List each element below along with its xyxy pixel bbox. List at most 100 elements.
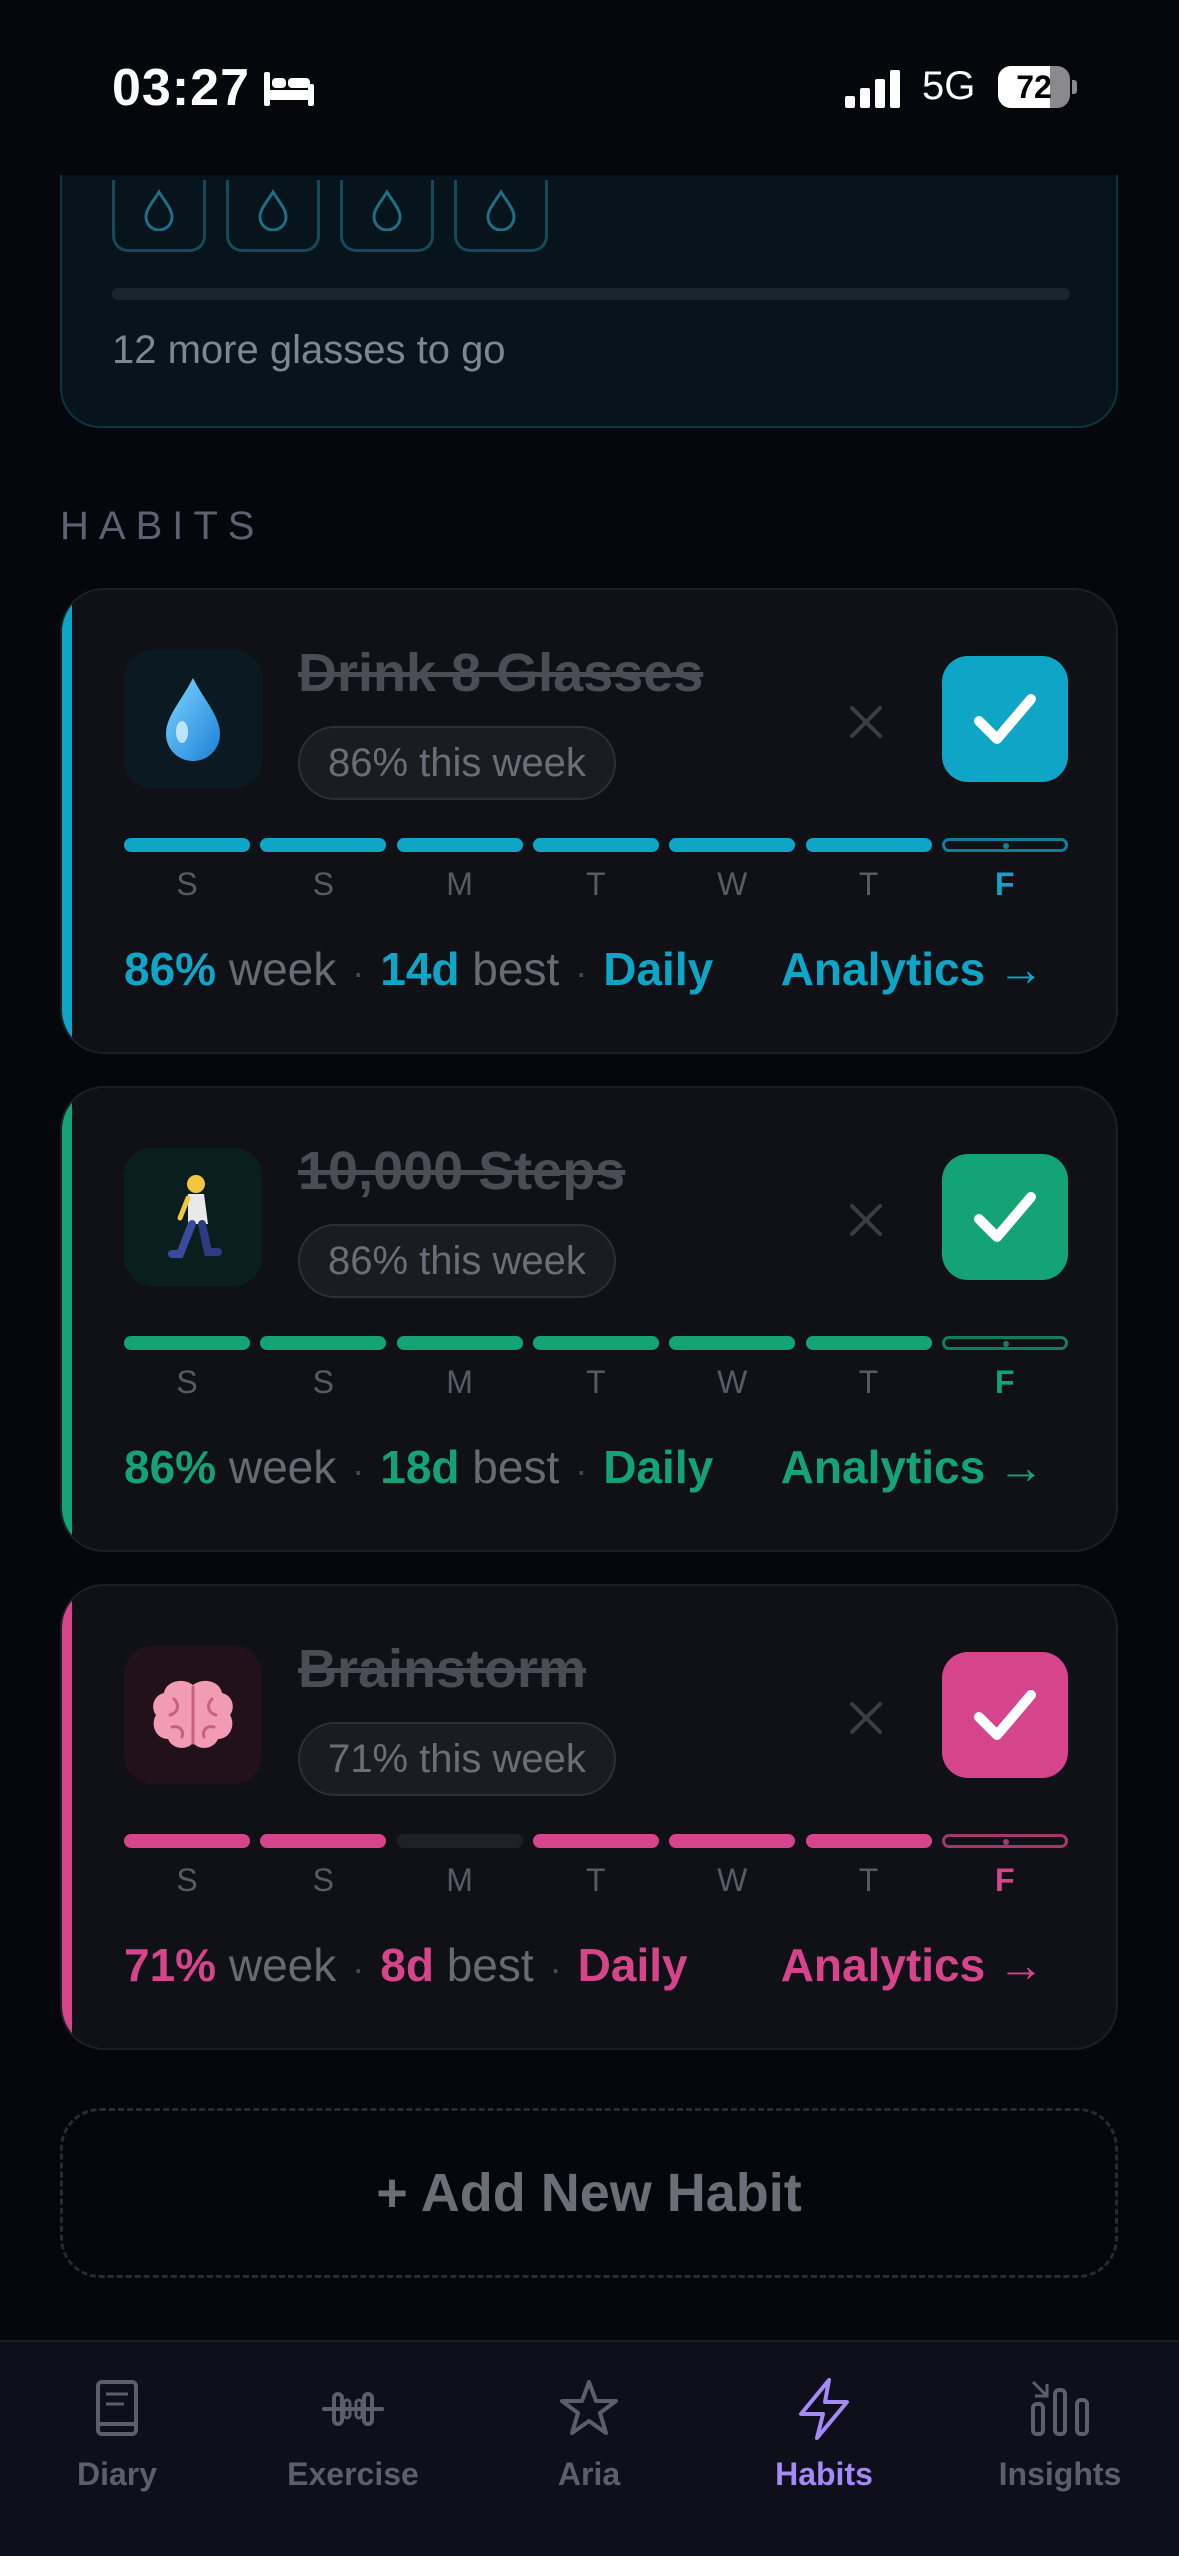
day-label: M xyxy=(446,866,473,902)
dumbbell-icon xyxy=(322,2392,384,2426)
day-label: F xyxy=(995,1862,1015,1898)
week-progress xyxy=(124,1834,1068,1848)
water-drop-outline-icon xyxy=(486,188,516,231)
walking-person-icon xyxy=(168,1175,222,1258)
glass-tile[interactable] xyxy=(112,180,206,252)
day-label: T xyxy=(586,866,606,902)
habit-stats: 86% week · 18d best · Daily xyxy=(124,1441,714,1493)
day-label: S xyxy=(176,1862,198,1898)
brain-icon xyxy=(153,1680,233,1748)
habit-card[interactable]: 10,000 Steps 86% this week S S M T W T F 86% week… xyxy=(60,1086,1118,1552)
week-label: week xyxy=(228,1441,337,1493)
day-bar xyxy=(669,1336,796,1350)
day-bar xyxy=(805,1336,932,1350)
day-label: T xyxy=(586,1364,606,1400)
day-label: S xyxy=(312,1862,334,1898)
best-streak: 8d xyxy=(380,1939,434,1991)
day-label: F xyxy=(995,866,1015,902)
frequency-label: Daily xyxy=(603,943,714,995)
glass-tile[interactable] xyxy=(226,180,320,252)
day-bar xyxy=(124,1834,250,1848)
tab-diary[interactable]: Diary xyxy=(17,2376,217,2493)
habit-title: Drink 8 Glasses xyxy=(298,643,704,703)
day-label: T xyxy=(858,1364,879,1400)
add-habit-button[interactable]: + Add New Habit xyxy=(60,2108,1118,2278)
habit-stats: 71% week · 8d best · Daily xyxy=(124,1939,688,1991)
frequency-label: Daily xyxy=(603,1441,714,1493)
status-time: 03:27 xyxy=(112,59,250,117)
day-bar xyxy=(396,1834,523,1848)
day-label: S xyxy=(176,866,198,902)
habit-weekly-pill: 86% this week xyxy=(298,726,616,800)
day-bar xyxy=(124,838,250,852)
tab-label: Insights xyxy=(998,2456,1122,2492)
battery-level: 72 xyxy=(1016,69,1052,105)
lightning-icon xyxy=(799,2378,849,2440)
week-percent: 86% xyxy=(124,943,217,995)
bar-chart-icon xyxy=(1031,2380,1089,2436)
glass-tile[interactable] xyxy=(454,180,548,252)
tab-label: Diary xyxy=(76,2456,158,2492)
day-label: W xyxy=(717,1862,748,1898)
day-bar xyxy=(941,1336,1068,1350)
water-drop-icon xyxy=(166,678,220,761)
day-label: S xyxy=(176,1364,198,1400)
week-progress xyxy=(124,1336,1068,1350)
day-label: T xyxy=(858,866,879,902)
day-bar xyxy=(124,1336,250,1350)
section-title: HABITS xyxy=(60,504,265,548)
complete-checkbox[interactable] xyxy=(942,1652,1068,1778)
habit-icon-tile xyxy=(124,650,262,788)
tab-label: Exercise xyxy=(287,2456,419,2492)
close-icon[interactable] xyxy=(844,700,888,744)
tab-insights[interactable]: Insights xyxy=(960,2376,1160,2493)
complete-checkbox[interactable] xyxy=(942,656,1068,782)
day-bar xyxy=(669,838,796,852)
day-label: S xyxy=(312,1364,334,1400)
glass-tile[interactable] xyxy=(340,180,434,252)
tab-label: Aria xyxy=(557,2456,621,2492)
best-streak: 18d xyxy=(380,1441,460,1493)
week-label: week xyxy=(228,1939,337,1991)
habit-weekly-pill: 86% this week xyxy=(298,1224,616,1298)
battery-indicator: 72 xyxy=(998,66,1077,108)
day-label: M xyxy=(446,1364,473,1400)
signal-icon xyxy=(845,70,900,108)
week-percent: 71% xyxy=(124,1939,217,1991)
habit-icon-tile xyxy=(124,1148,262,1286)
best-label: best xyxy=(472,1441,560,1493)
habit-card[interactable]: Brainstorm 71% this week S S M T W T F 71% week · 8… xyxy=(60,1584,1118,2050)
checkmark-icon xyxy=(974,1690,1036,1740)
week-percent: 86% xyxy=(124,1441,217,1493)
close-icon[interactable] xyxy=(844,1198,888,1242)
day-label: S xyxy=(312,866,334,902)
analytics-link[interactable]: Analytics → xyxy=(781,942,1044,996)
book-icon xyxy=(96,2380,138,2436)
day-bar xyxy=(805,838,932,852)
complete-checkbox[interactable] xyxy=(942,1154,1068,1280)
day-bar xyxy=(396,838,523,852)
close-icon[interactable] xyxy=(844,1696,888,1740)
day-bar xyxy=(260,1834,387,1848)
best-streak: 14d xyxy=(380,943,460,995)
best-label: best xyxy=(446,1939,534,1991)
habit-stats: 86% week · 14d best · Daily xyxy=(124,943,714,995)
habit-card[interactable]: Drink 8 Glasses 86% this week S S M T W T F 86% w… xyxy=(60,588,1118,1054)
tab-aria[interactable]: Aria xyxy=(489,2376,689,2493)
week-label: week xyxy=(228,943,337,995)
analytics-link[interactable]: Analytics → xyxy=(781,1938,1044,1992)
tab-exercise[interactable]: Exercise xyxy=(253,2376,453,2493)
analytics-link[interactable]: Analytics → xyxy=(781,1440,1044,1494)
day-label: T xyxy=(858,1862,879,1898)
tab-bar: Diary Exercise Aria Habits Insights xyxy=(0,2340,1179,2556)
habit-accent-bar xyxy=(62,1586,72,2048)
day-bar xyxy=(805,1834,932,1848)
tab-habits[interactable]: Habits xyxy=(724,2376,924,2493)
star-icon xyxy=(560,2380,618,2435)
day-bar xyxy=(532,1834,659,1848)
day-label: F xyxy=(995,1364,1015,1400)
week-progress xyxy=(124,838,1068,852)
water-drop-outline-icon xyxy=(144,188,174,231)
day-label: W xyxy=(717,866,748,902)
habit-weekly-pill: 71% this week xyxy=(298,1722,616,1796)
